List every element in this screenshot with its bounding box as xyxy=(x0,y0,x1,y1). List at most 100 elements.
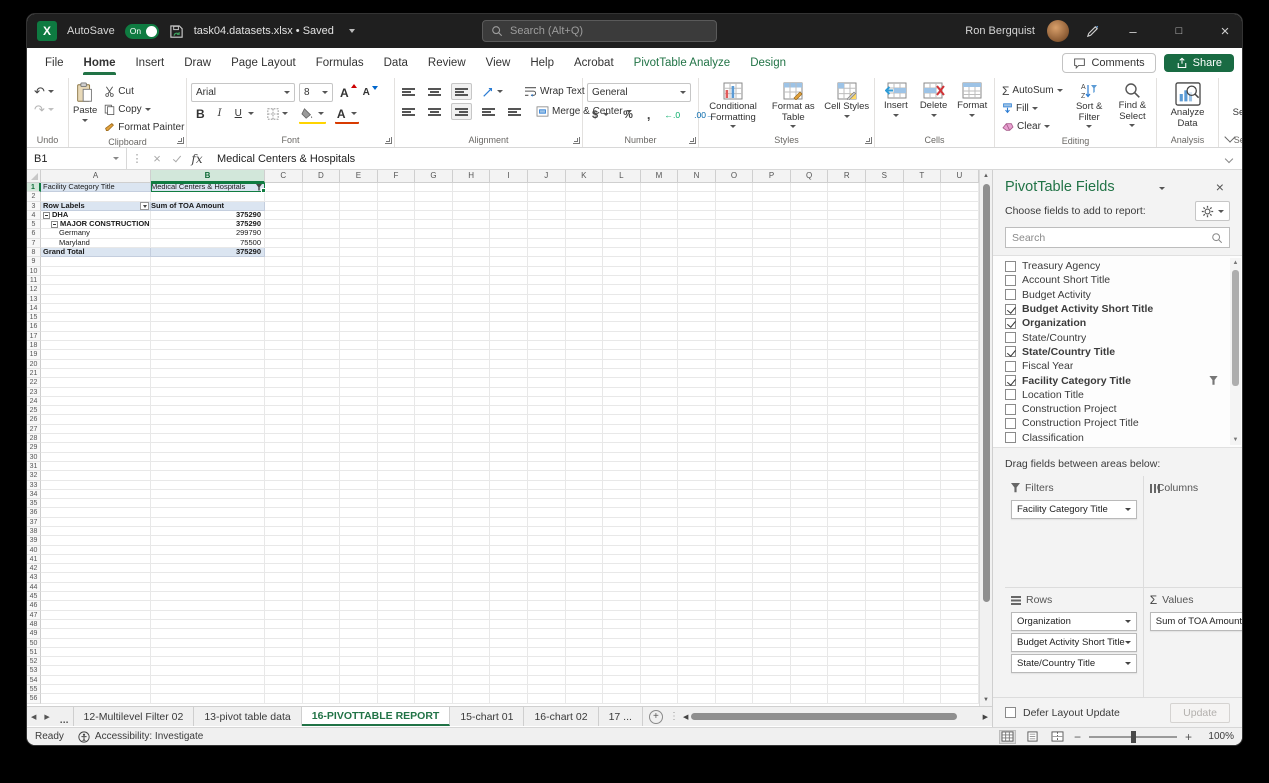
cell[interactable] xyxy=(378,685,416,694)
row-header-9[interactable]: 9 xyxy=(27,257,41,266)
cell[interactable] xyxy=(941,304,979,313)
cell[interactable] xyxy=(904,666,942,675)
cell-A38[interactable] xyxy=(41,527,151,536)
cell[interactable] xyxy=(490,229,528,238)
conditional-formatting-button[interactable]: Conditional Formatting xyxy=(703,80,763,128)
cell[interactable] xyxy=(641,685,679,694)
cell[interactable] xyxy=(265,694,303,703)
cell[interactable] xyxy=(678,555,716,564)
cell[interactable] xyxy=(378,639,416,648)
cell[interactable] xyxy=(753,192,791,201)
sort-filter-button[interactable]: AZ Sort & Filter xyxy=(1070,80,1109,128)
font-color-button[interactable]: A xyxy=(334,105,360,122)
cell[interactable] xyxy=(753,211,791,220)
cell[interactable] xyxy=(340,388,378,397)
cell[interactable] xyxy=(904,601,942,610)
row-header-28[interactable]: 28 xyxy=(27,434,41,443)
cell-B56[interactable] xyxy=(151,694,265,703)
cell[interactable] xyxy=(791,248,829,257)
cell[interactable] xyxy=(828,601,866,610)
cell[interactable] xyxy=(528,676,566,685)
cell[interactable] xyxy=(866,453,904,462)
cell[interactable] xyxy=(566,313,604,322)
cell[interactable] xyxy=(641,462,679,471)
cell[interactable] xyxy=(378,192,416,201)
cell[interactable] xyxy=(528,555,566,564)
cell[interactable] xyxy=(753,313,791,322)
cell[interactable] xyxy=(453,573,491,582)
cell[interactable] xyxy=(603,583,641,592)
cell[interactable] xyxy=(904,183,942,192)
cell[interactable] xyxy=(753,388,791,397)
cell[interactable] xyxy=(904,388,942,397)
cell[interactable] xyxy=(566,295,604,304)
name-box[interactable]: B1 xyxy=(27,148,127,169)
cell[interactable] xyxy=(641,453,679,462)
cell[interactable] xyxy=(340,239,378,248)
cell[interactable] xyxy=(415,285,453,294)
cell[interactable] xyxy=(866,248,904,257)
cell[interactable] xyxy=(716,295,754,304)
cell[interactable] xyxy=(490,285,528,294)
cell[interactable] xyxy=(866,443,904,452)
field-checkbox[interactable] xyxy=(1005,318,1016,329)
cell[interactable] xyxy=(641,322,679,331)
cell[interactable] xyxy=(453,453,491,462)
cell-A10[interactable] xyxy=(41,267,151,276)
cell[interactable] xyxy=(378,313,416,322)
cell[interactable] xyxy=(603,425,641,434)
cell[interactable] xyxy=(753,183,791,192)
cell[interactable] xyxy=(415,629,453,638)
cell[interactable] xyxy=(716,629,754,638)
cell[interactable] xyxy=(378,508,416,517)
cell[interactable] xyxy=(716,611,754,620)
cell[interactable] xyxy=(716,639,754,648)
cell-B41[interactable] xyxy=(151,555,265,564)
cell[interactable] xyxy=(941,453,979,462)
cell[interactable] xyxy=(603,499,641,508)
sheet-tab-12-multilevel-filter-02[interactable]: 12-Multilevel Filter 02 xyxy=(74,707,195,726)
cell[interactable] xyxy=(641,295,679,304)
cell[interactable] xyxy=(528,620,566,629)
cell-A18[interactable] xyxy=(41,341,151,350)
cell[interactable] xyxy=(716,657,754,666)
cell[interactable] xyxy=(941,611,979,620)
cell-B17[interactable] xyxy=(151,332,265,341)
scroll-left-arrow[interactable]: ◀ xyxy=(683,713,688,721)
cell[interactable] xyxy=(828,202,866,211)
cell[interactable] xyxy=(716,360,754,369)
cell[interactable] xyxy=(791,666,829,675)
cell[interactable] xyxy=(716,313,754,322)
cancel-icon[interactable] xyxy=(147,151,167,166)
row-header-37[interactable]: 37 xyxy=(27,518,41,527)
cell-B4[interactable]: 375290 xyxy=(151,211,265,220)
cell[interactable] xyxy=(566,639,604,648)
cell[interactable] xyxy=(716,220,754,229)
cell[interactable] xyxy=(265,434,303,443)
cell[interactable] xyxy=(303,471,341,480)
cell-B36[interactable] xyxy=(151,508,265,517)
cell[interactable] xyxy=(641,183,679,192)
cell[interactable] xyxy=(866,267,904,276)
cell[interactable] xyxy=(603,295,641,304)
cell-B3[interactable]: Sum of TOA Amount xyxy=(151,202,265,211)
cell[interactable] xyxy=(828,304,866,313)
cell[interactable] xyxy=(453,257,491,266)
cell[interactable] xyxy=(941,239,979,248)
cell[interactable] xyxy=(603,369,641,378)
cell[interactable] xyxy=(378,211,416,220)
cell[interactable] xyxy=(716,601,754,610)
cell[interactable] xyxy=(566,601,604,610)
row-header-17[interactable]: 17 xyxy=(27,332,41,341)
cell[interactable] xyxy=(378,276,416,285)
sheet-nav-right-icon[interactable]: ▶ xyxy=(40,713,55,721)
cell[interactable] xyxy=(828,276,866,285)
cell[interactable] xyxy=(866,611,904,620)
cell[interactable] xyxy=(340,202,378,211)
cell[interactable] xyxy=(303,573,341,582)
cell[interactable] xyxy=(866,527,904,536)
autosave-toggle[interactable]: On xyxy=(125,24,159,39)
cell[interactable] xyxy=(791,360,829,369)
cell[interactable] xyxy=(791,583,829,592)
cell-B42[interactable] xyxy=(151,564,265,573)
